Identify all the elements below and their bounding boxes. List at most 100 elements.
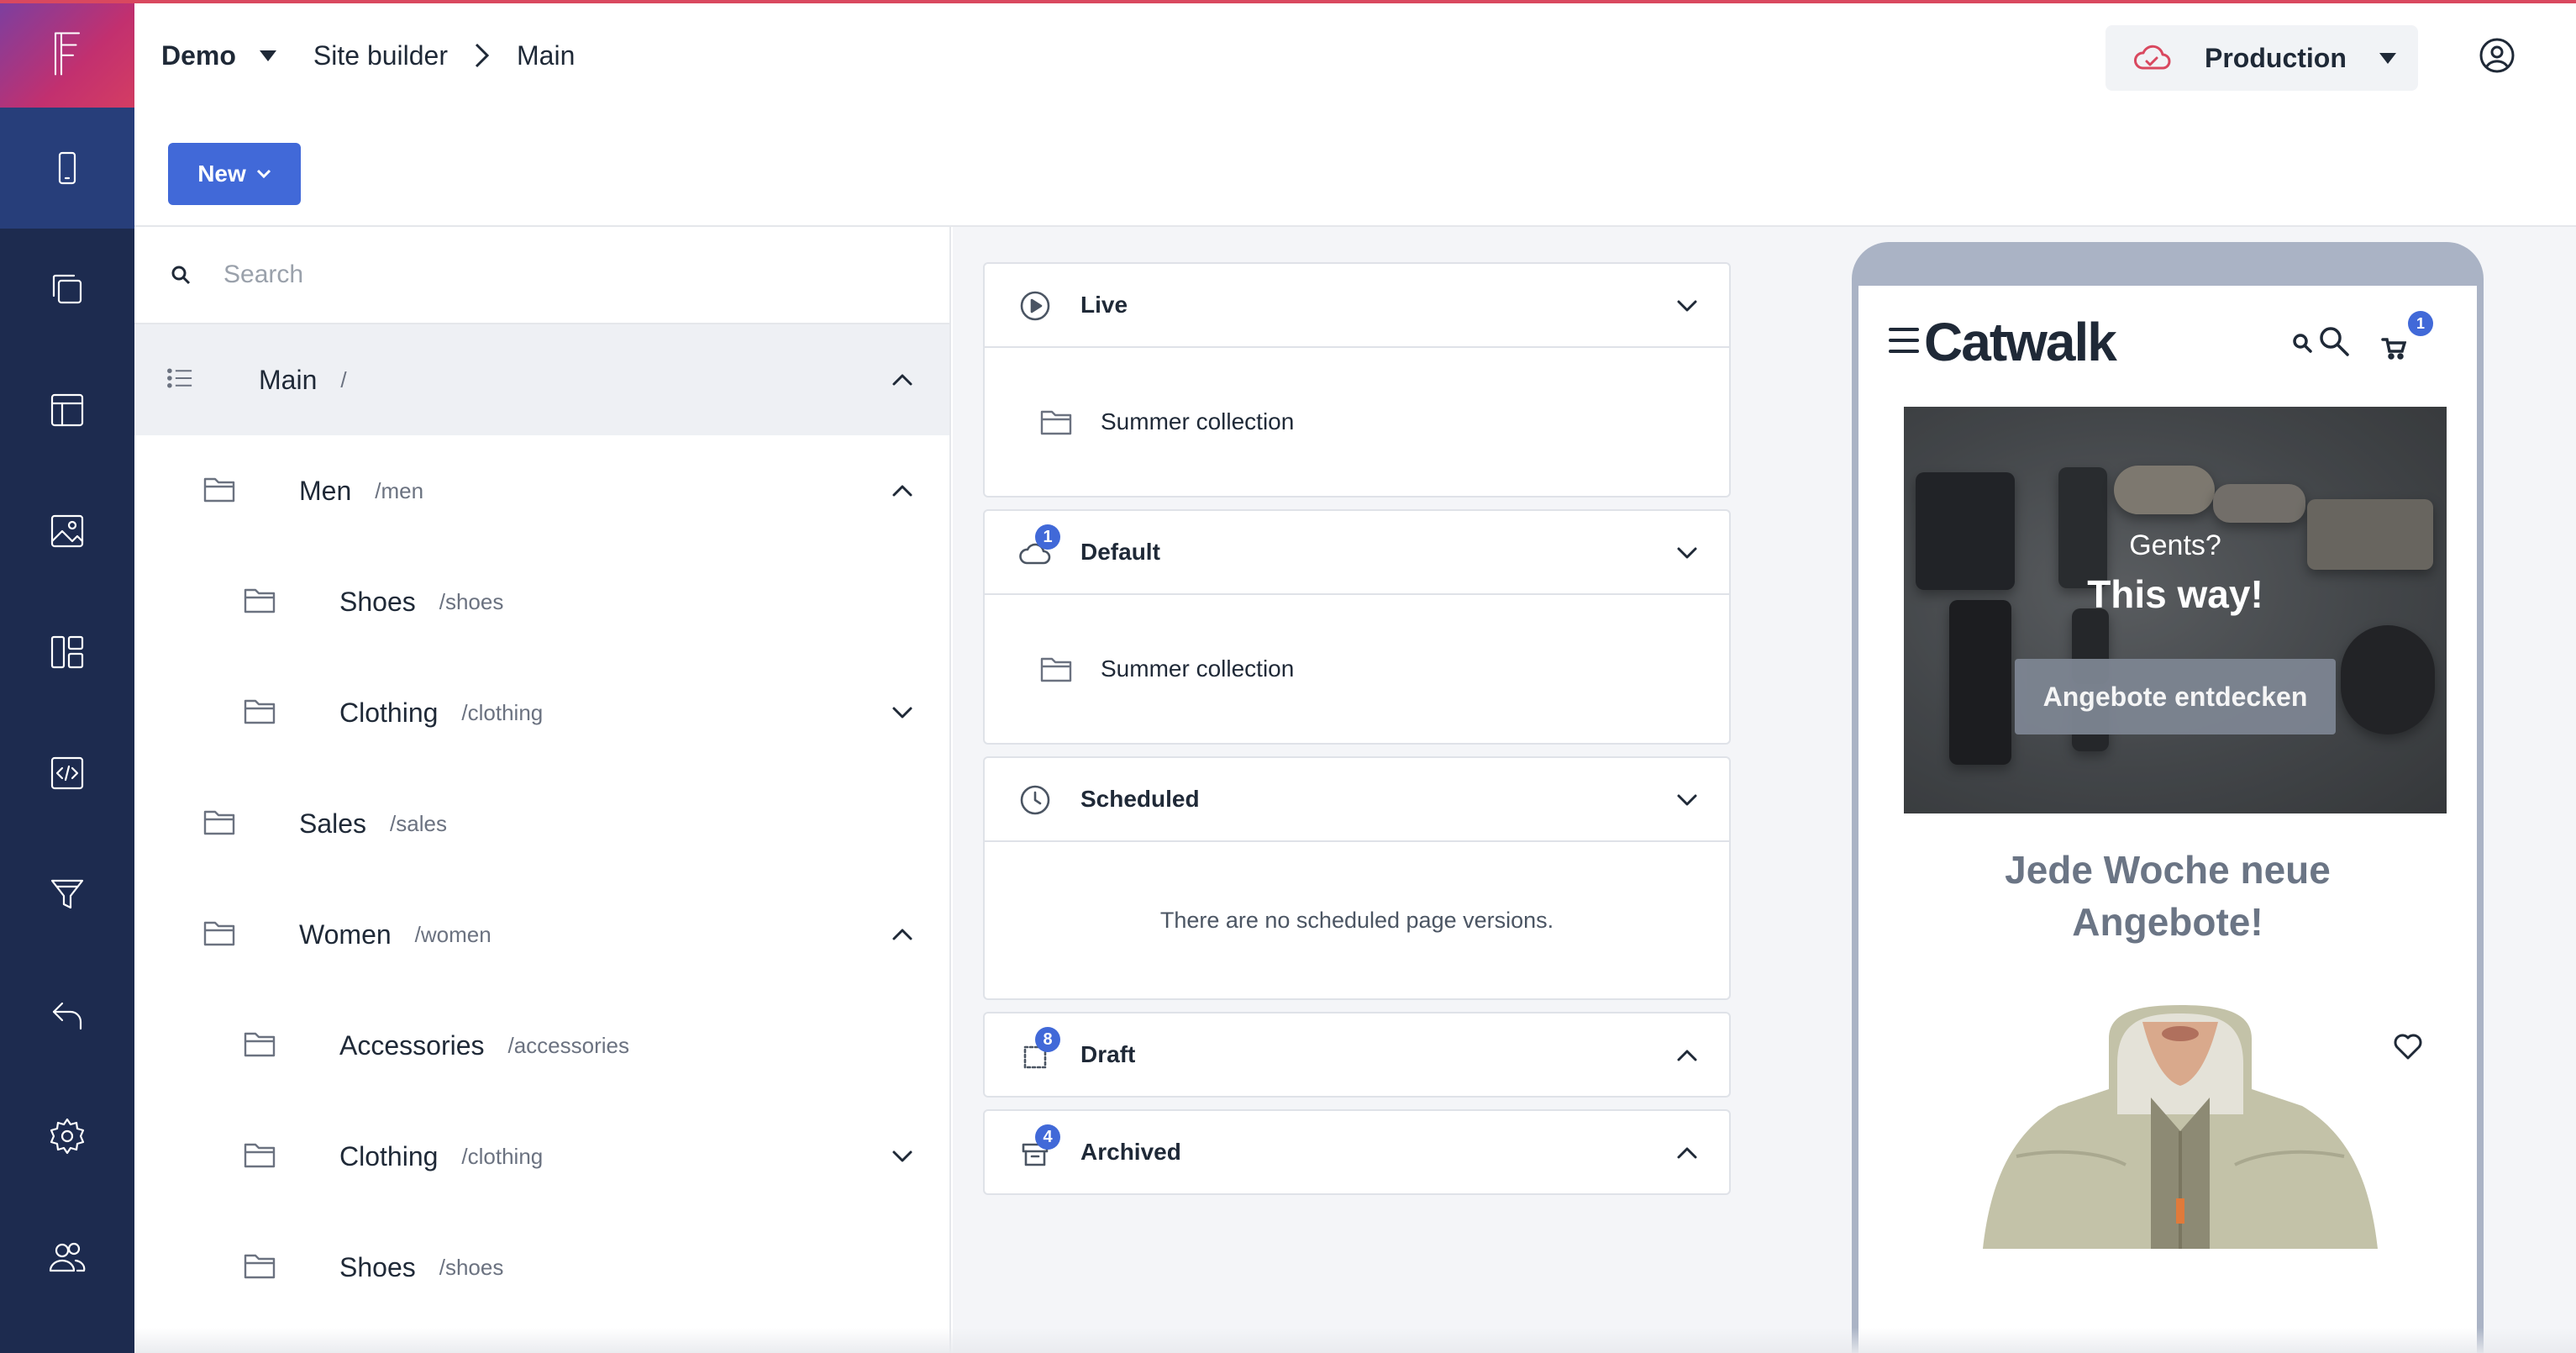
empty-state-text: There are no scheduled page versions. bbox=[1159, 907, 1554, 933]
menu-icon[interactable] bbox=[1889, 328, 1919, 353]
version-item-label: Summer collection bbox=[1101, 655, 1295, 682]
bottom-fade bbox=[134, 1328, 2576, 1353]
version-item[interactable]: Summer collection bbox=[985, 595, 1729, 743]
user-menu[interactable] bbox=[2479, 37, 2516, 74]
tree-row-clothing[interactable]: Clothing /clothing bbox=[134, 1101, 949, 1212]
layout-icon bbox=[50, 393, 84, 427]
hero-kicker: Gents? bbox=[2129, 529, 2221, 561]
folder-icon bbox=[1040, 657, 1072, 682]
project-switcher[interactable]: Demo bbox=[161, 40, 236, 71]
tree-row-sales[interactable]: Sales /sales bbox=[134, 768, 949, 879]
version-card-live: Live Summer collection bbox=[983, 262, 1731, 498]
version-card-header[interactable]: Scheduled bbox=[985, 758, 1729, 840]
tree-row-name: Men bbox=[299, 475, 352, 506]
tree-row-name: Main bbox=[259, 364, 318, 395]
version-card-title: Live bbox=[1080, 292, 1128, 318]
search-input[interactable] bbox=[223, 261, 812, 289]
tree-row-shoes[interactable]: Shoes /shoes bbox=[134, 546, 949, 657]
undo-icon bbox=[52, 1002, 82, 1030]
rail-item-settings[interactable] bbox=[0, 1076, 134, 1197]
new-button[interactable]: New bbox=[168, 143, 301, 205]
chevron-up-icon[interactable] bbox=[891, 368, 914, 392]
heart-icon[interactable] bbox=[2393, 1032, 2423, 1061]
hero-banner: Gents? This way! Angebote entdecken bbox=[1904, 407, 2447, 813]
hero-cta-button[interactable]: Angebote entdecken bbox=[2015, 659, 2336, 734]
tree-row-women[interactable]: Women /women bbox=[134, 879, 949, 990]
version-card-draft: 8 Draft bbox=[983, 1012, 1731, 1098]
folder-icon bbox=[244, 1030, 276, 1061]
tree-row-shoes[interactable]: Shoes /shoes bbox=[134, 1212, 949, 1323]
folder-icon bbox=[203, 808, 235, 840]
chevron-down-icon[interactable] bbox=[1675, 541, 1699, 565]
breadcrumb-site-builder[interactable]: Site builder bbox=[313, 40, 448, 71]
chevron-down-icon[interactable] bbox=[891, 701, 914, 724]
tree-row-path: /clothing bbox=[461, 699, 544, 725]
breadcrumb-current: Main bbox=[517, 39, 576, 71]
folder-icon bbox=[203, 476, 235, 507]
tree-row-clothing[interactable]: Clothing /clothing bbox=[134, 657, 949, 768]
version-count-badge: 1 bbox=[1035, 524, 1060, 550]
tree-row-path: /shoes bbox=[439, 1254, 504, 1280]
phone-screen[interactable]: Catwalk 1 Gents? This way! Angebote entd… bbox=[1858, 286, 2477, 1353]
chevron-up-icon[interactable] bbox=[891, 923, 914, 946]
mobile-device-icon bbox=[58, 151, 76, 185]
play-circle-icon bbox=[1018, 289, 1052, 323]
tree-row-path: / bbox=[340, 366, 347, 392]
chevron-down-icon[interactable] bbox=[1675, 294, 1699, 318]
version-item[interactable]: Summer collection bbox=[985, 348, 1729, 496]
rail-item-segments[interactable] bbox=[0, 834, 134, 955]
version-card-archived: 4 Archived bbox=[983, 1109, 1731, 1195]
product-image[interactable] bbox=[1983, 1005, 2378, 1249]
version-card-header[interactable]: Live bbox=[985, 264, 1729, 346]
version-card-header[interactable]: 1 Default bbox=[985, 511, 1729, 593]
rail-item-media[interactable] bbox=[0, 471, 134, 592]
copy-layers-icon bbox=[52, 274, 82, 304]
tree-row-name: Clothing bbox=[339, 697, 439, 728]
code-icon bbox=[50, 756, 84, 790]
app-logo[interactable] bbox=[0, 0, 134, 108]
rail-item-layouts[interactable] bbox=[0, 350, 134, 471]
chevron-down-icon[interactable] bbox=[1675, 788, 1699, 812]
rail-item-content[interactable] bbox=[0, 229, 134, 350]
version-card-header[interactable]: 4 Archived bbox=[985, 1111, 1729, 1193]
chevron-up-icon[interactable] bbox=[1675, 1044, 1699, 1067]
dashboard-icon bbox=[50, 635, 84, 669]
tree-row-men[interactable]: Men /men bbox=[134, 435, 949, 546]
rail-item-pages[interactable] bbox=[0, 108, 134, 229]
cart-icon[interactable] bbox=[2381, 336, 2407, 364]
environment-selector[interactable]: Production bbox=[2105, 25, 2418, 91]
rail-item-code[interactable] bbox=[0, 713, 134, 834]
logo-icon bbox=[54, 32, 81, 76]
caret-down-icon bbox=[2379, 53, 2396, 64]
version-count-badge: 8 bbox=[1035, 1027, 1060, 1052]
folder-icon bbox=[244, 587, 276, 618]
version-count-badge: 4 bbox=[1035, 1124, 1060, 1150]
new-button-label: New bbox=[197, 161, 246, 187]
shop-brand[interactable]: Catwalk bbox=[1924, 311, 2117, 373]
folder-icon bbox=[244, 1141, 276, 1172]
chevron-up-icon[interactable] bbox=[1675, 1141, 1699, 1165]
cloud-icon bbox=[2134, 45, 2171, 70]
chevron-right-icon bbox=[473, 41, 492, 70]
rail-item-components[interactable] bbox=[0, 592, 134, 713]
chevron-up-icon[interactable] bbox=[891, 479, 914, 503]
search-icon[interactable] bbox=[2292, 333, 2314, 359]
version-card-header[interactable]: 8 Draft bbox=[985, 1013, 1729, 1096]
search-icon bbox=[171, 266, 191, 285]
search-bar bbox=[134, 227, 949, 324]
tree-row-accessories[interactable]: Accessories /accessories bbox=[134, 990, 949, 1101]
rail-item-redirects[interactable] bbox=[0, 955, 134, 1076]
rail-item-users[interactable] bbox=[0, 1197, 134, 1318]
tree-row-path: /accessories bbox=[507, 1032, 630, 1058]
tree-row-main[interactable]: Main / bbox=[134, 324, 949, 435]
breadcrumb: Demo Site builder Main bbox=[161, 3, 575, 108]
chevron-down-icon[interactable] bbox=[891, 1145, 914, 1168]
environment-label: Production bbox=[2205, 42, 2347, 73]
version-card-title: Default bbox=[1080, 539, 1160, 565]
tree-row-name: Shoes bbox=[339, 1251, 416, 1282]
device-preview: Catwalk 1 Gents? This way! Angebote entd… bbox=[1793, 227, 2576, 1353]
caret-down-icon[interactable] bbox=[259, 50, 276, 61]
search-icon[interactable] bbox=[2317, 324, 2351, 362]
cart-count-badge: 1 bbox=[2408, 311, 2433, 336]
page-tree: Main / Men /men Shoes /shoes Clothing /c… bbox=[134, 227, 951, 1353]
